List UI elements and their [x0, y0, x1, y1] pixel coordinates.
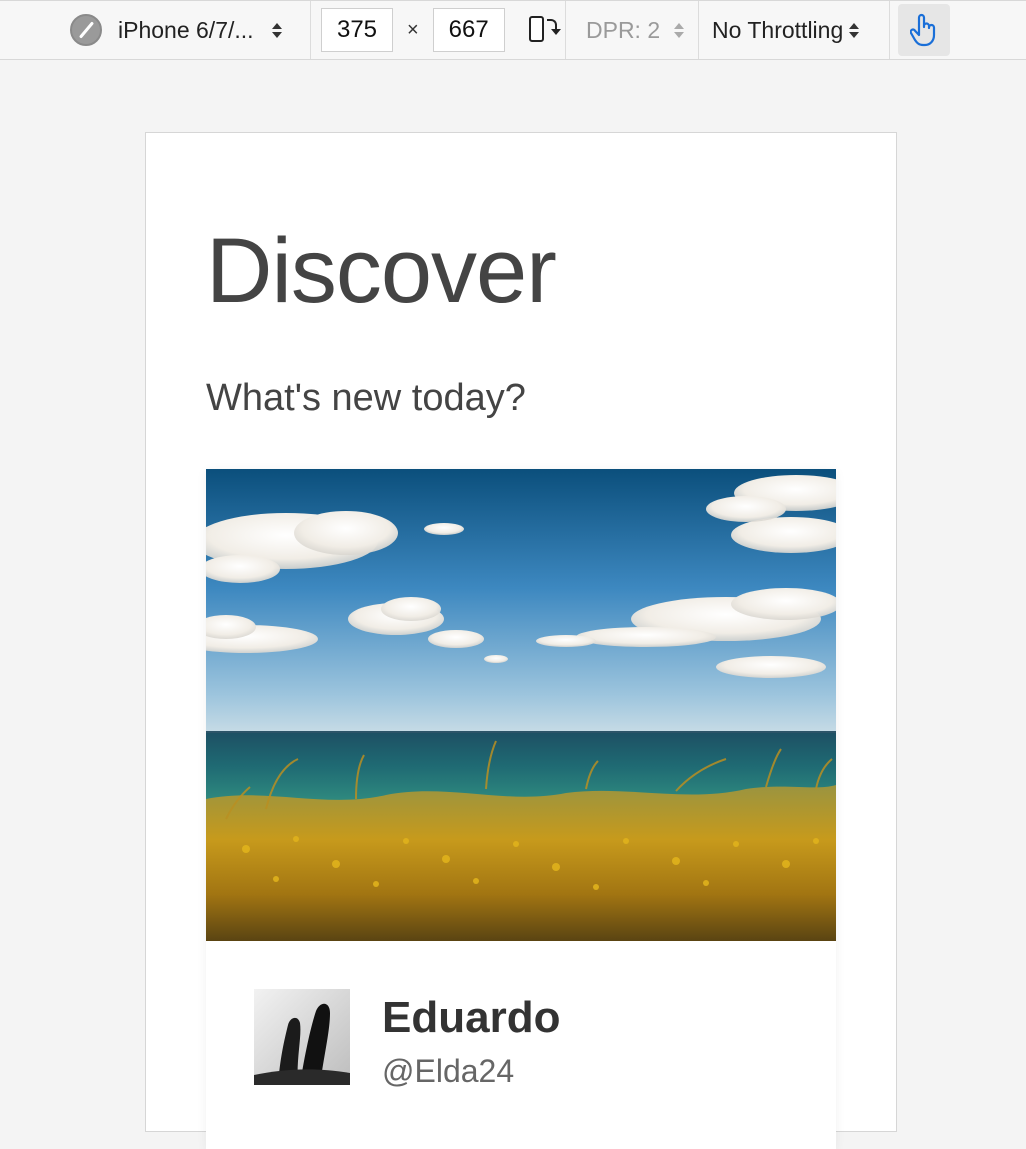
throttling-select-arrows-icon: [849, 22, 860, 38]
width-input[interactable]: 375: [321, 8, 393, 52]
throttling-selector[interactable]: No Throttling: [712, 1, 860, 59]
dimension-separator: ×: [407, 18, 419, 41]
device-name: iPhone 6/7/...: [118, 16, 254, 43]
author-name: Eduardo: [382, 993, 561, 1042]
page-title: Discover: [206, 220, 557, 322]
rotate-device-icon[interactable]: [525, 13, 561, 47]
landscape-photo[interactable]: [206, 469, 836, 941]
device-viewport: Discover What's new today? Eduardo @Elda…: [145, 132, 897, 1149]
throttling-label: No Throttling: [712, 16, 844, 43]
author-handle: @Elda24: [382, 1053, 515, 1089]
compass-icon: [70, 14, 102, 46]
viewport-dimensions: 375 × 667: [321, 1, 561, 59]
touch-simulation-button[interactable]: [898, 4, 950, 56]
discover-card[interactable]: Eduardo @Elda24: [206, 469, 836, 1149]
dpr-selector[interactable]: DPR: 2: [586, 1, 685, 59]
touch-hand-icon: [910, 13, 936, 47]
responsive-design-toolbar: iPhone 6/7/... 375 × 667 DPR: 2 No Throt…: [0, 0, 1026, 60]
dpr-label: DPR: 2: [586, 16, 661, 43]
dpr-select-arrows-icon: [674, 22, 685, 38]
avatar[interactable]: [254, 989, 350, 1085]
page-subtitle: What's new today?: [206, 377, 526, 419]
height-input[interactable]: 667: [432, 8, 505, 52]
device-selector[interactable]: iPhone 6/7/...: [70, 1, 306, 59]
device-select-arrows-icon: [271, 22, 282, 38]
touch-simulation-toggle[interactable]: [898, 1, 950, 59]
